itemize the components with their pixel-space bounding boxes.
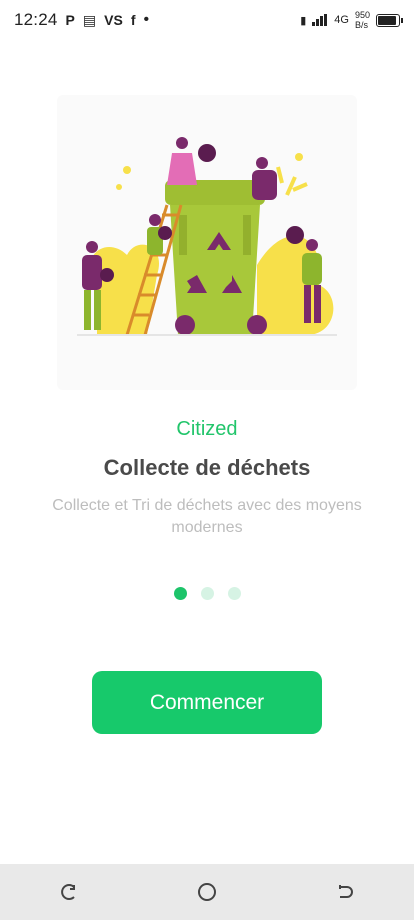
vs-app-icon: VS <box>104 12 123 28</box>
battery-icon <box>376 13 403 27</box>
onboarding-title: Collecte de déchets <box>103 455 311 480</box>
page-indicator <box>0 587 414 600</box>
back-button[interactable] <box>325 872 365 912</box>
signal-icon <box>312 14 328 26</box>
brand-name: Citized <box>176 418 238 440</box>
p-app-icon: P <box>65 12 75 28</box>
news-icon: ▤ <box>82 11 97 28</box>
recents-button[interactable] <box>49 872 89 912</box>
recents-icon <box>61 884 75 900</box>
home-icon <box>198 883 216 901</box>
notification-dot-icon: • <box>143 11 150 28</box>
facebook-icon: f <box>130 12 136 28</box>
back-icon <box>339 885 353 898</box>
page-dot-3[interactable] <box>227 587 241 600</box>
page-dot-2[interactable] <box>200 587 214 600</box>
start-button[interactable]: Commencer <box>92 671 322 734</box>
network-type: 4G <box>334 14 349 26</box>
clock: 12:24 <box>14 10 58 29</box>
status-bar: 12:24 P ▤ VS f • ▮ 4G 950 B/s <box>0 0 414 40</box>
page-dot-1[interactable] <box>173 587 187 600</box>
home-button[interactable] <box>187 872 227 912</box>
navigation-bar <box>0 864 414 920</box>
recycling-illustration <box>57 95 357 390</box>
vibrate-icon: ▮ <box>300 14 307 27</box>
onboarding-subtitle: Collecte et Tri de déchets avec des moye… <box>52 497 362 536</box>
data-speed: 950 B/s <box>354 10 370 30</box>
